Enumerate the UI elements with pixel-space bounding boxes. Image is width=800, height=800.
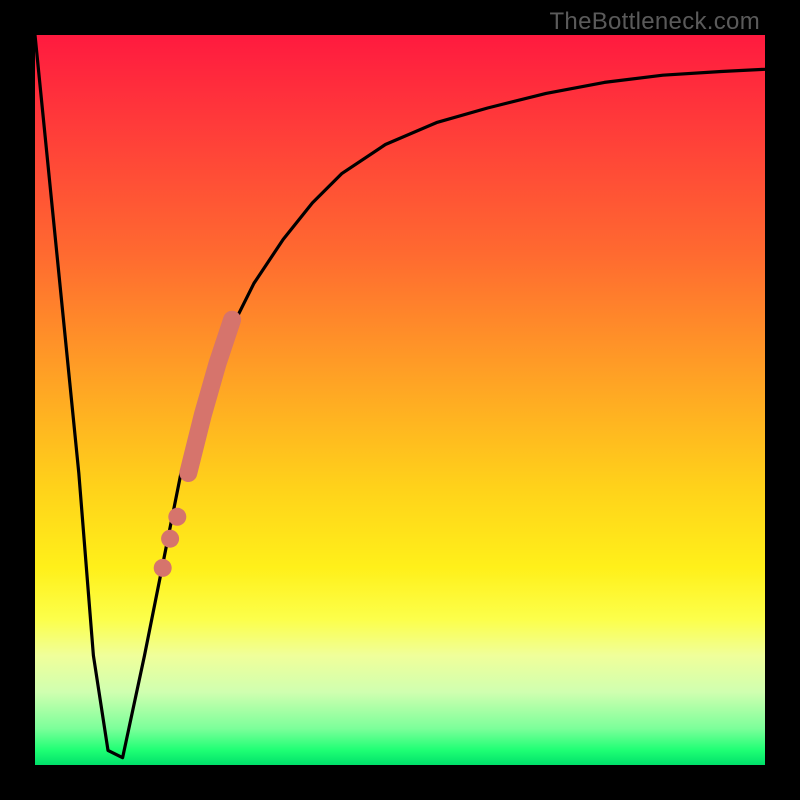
marker-dot — [161, 530, 179, 548]
marker-dot — [154, 559, 172, 577]
watermark-text: TheBottleneck.com — [549, 8, 760, 36]
chart-svg — [35, 35, 765, 765]
plot-area — [35, 35, 765, 765]
curve-path — [35, 35, 765, 758]
highlight-markers — [154, 320, 232, 577]
bottleneck-curve — [35, 35, 765, 758]
chart-frame: TheBottleneck.com — [0, 0, 800, 800]
marker-dot — [168, 508, 186, 526]
marker-segment — [188, 320, 232, 473]
